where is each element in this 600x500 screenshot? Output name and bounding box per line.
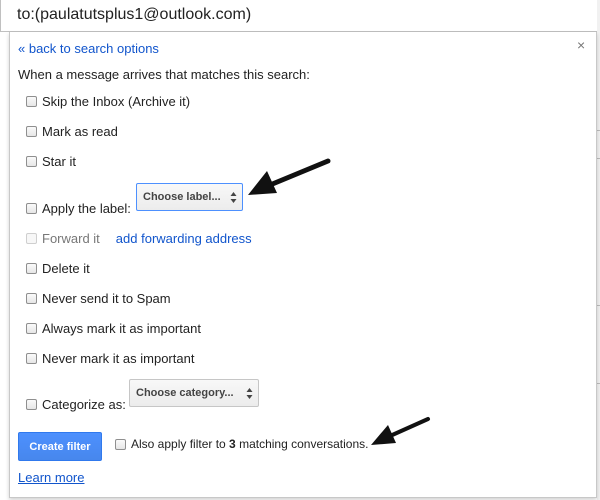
option-mark-as-read[interactable]: Mark as read [26, 123, 118, 139]
also-apply-checkbox[interactable] [115, 438, 126, 450]
never-important-label: Never mark it as important [42, 350, 195, 366]
delete-it-checkbox[interactable] [26, 262, 37, 274]
option-categorize-as[interactable]: Categorize as: [26, 396, 126, 412]
create-filter-button[interactable]: Create filter [18, 432, 102, 461]
add-forwarding-address-link[interactable]: add forwarding address [116, 231, 252, 246]
categorize-as-checkbox[interactable] [26, 398, 37, 410]
choose-category-select[interactable]: Choose category... [129, 379, 259, 407]
annotation-arrow-icon [371, 417, 430, 445]
back-to-search-options-link[interactable]: « back to search options [18, 41, 159, 56]
annotation-arrow-icon [248, 158, 331, 195]
option-apply-label[interactable]: Apply the label: [26, 200, 131, 216]
always-important-label: Always mark it as important [42, 320, 201, 336]
matching-count: 3 [229, 437, 236, 451]
star-it-checkbox[interactable] [26, 155, 37, 167]
option-always-important[interactable]: Always mark it as important [26, 320, 201, 336]
select-updown-icon [230, 192, 237, 203]
option-never-important[interactable]: Never mark it as important [26, 350, 194, 366]
skip-inbox-label: Skip the Inbox (Archive it) [42, 93, 191, 109]
mark-as-read-checkbox[interactable] [26, 125, 37, 137]
option-delete-it[interactable]: Delete it [26, 260, 90, 276]
select-updown-icon [246, 388, 253, 399]
apply-label-label: Apply the label: [42, 200, 131, 216]
filter-options-panel: « back to search options × When a messag… [9, 32, 597, 498]
star-it-label: Star it [42, 153, 76, 169]
option-star-it[interactable]: Star it [26, 153, 76, 169]
skip-inbox-checkbox[interactable] [26, 95, 37, 107]
choose-category-value: Choose category... [136, 387, 234, 399]
forward-it-label: Forward it [42, 230, 100, 246]
option-never-spam[interactable]: Never send it to Spam [26, 290, 171, 306]
never-important-checkbox[interactable] [26, 352, 37, 364]
choose-label-value: Choose label... [143, 191, 221, 203]
choose-label-select[interactable]: Choose label... [136, 183, 243, 211]
mark-as-read-label: Mark as read [42, 123, 118, 139]
option-forward-it[interactable]: Forward it add forwarding address [26, 230, 252, 246]
always-important-checkbox[interactable] [26, 322, 37, 334]
filter-intro-text: When a message arrives that matches this… [18, 67, 310, 82]
close-icon[interactable]: × [577, 37, 585, 53]
delete-it-label: Delete it [42, 260, 90, 276]
categorize-as-label: Categorize as: [42, 396, 126, 412]
also-apply-filter-option[interactable]: Also apply filter to 3 matching conversa… [115, 436, 368, 452]
never-spam-label: Never send it to Spam [42, 290, 171, 306]
never-spam-checkbox[interactable] [26, 292, 37, 304]
apply-label-checkbox[interactable] [26, 202, 37, 214]
learn-more-link[interactable]: Learn more [18, 470, 84, 485]
search-query[interactable]: to:(paulatutsplus1@outlook.com) [17, 6, 251, 24]
forward-it-checkbox[interactable] [26, 232, 37, 244]
also-apply-suffix: matching conversations. [235, 437, 369, 451]
option-skip-inbox[interactable]: Skip the Inbox (Archive it) [26, 93, 190, 109]
search-bar[interactable]: to:(paulatutsplus1@outlook.com) [0, 0, 598, 32]
also-apply-prefix: Also apply filter to [131, 437, 230, 451]
